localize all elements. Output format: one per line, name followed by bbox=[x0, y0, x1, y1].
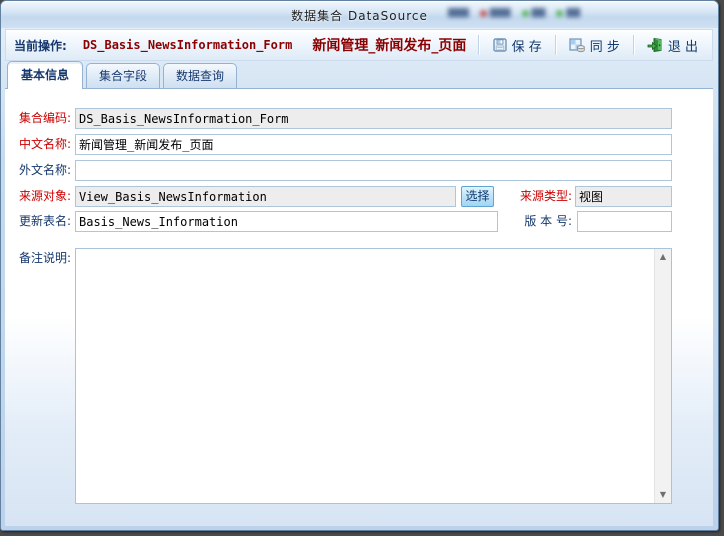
remark-scrollbar[interactable]: ▲ ▼ bbox=[654, 249, 671, 503]
chinese-name-input[interactable] bbox=[75, 134, 672, 155]
toolbar-separator bbox=[554, 35, 556, 55]
toolbar-separator bbox=[477, 35, 479, 55]
code-input[interactable] bbox=[75, 108, 672, 129]
tab-data-query[interactable]: 数据查询 bbox=[163, 63, 238, 88]
operation-name: 新闻管理_新闻发布_页面 bbox=[312, 38, 467, 54]
current-operation-label: 当前操作: bbox=[14, 38, 67, 53]
redacted-badge: ▇▇▇ bbox=[479, 8, 511, 18]
foreign-name-label: 外文名称: bbox=[18, 163, 71, 177]
red-status-dot-icon bbox=[479, 9, 487, 17]
save-icon bbox=[492, 37, 508, 53]
operation-code: DS_Basis_NewsInformation_Form bbox=[82, 38, 293, 52]
titlebar[interactable]: 数据集合 DataSource ▇▇▇ ▇▇▇ ▇▇ ▇▇ bbox=[1, 1, 718, 28]
source-object-input[interactable] bbox=[75, 186, 456, 207]
toolbar-separator bbox=[632, 35, 634, 55]
source-type-label: 来源类型: bbox=[519, 189, 572, 203]
tabstrip: 基本信息 集合字段 数据查询 bbox=[5, 61, 713, 89]
version-input[interactable] bbox=[577, 211, 672, 232]
tab-basic-info[interactable]: 基本信息 bbox=[7, 61, 84, 89]
chinese-name-label: 中文名称: bbox=[18, 137, 71, 151]
sync-button[interactable]: 同 步 bbox=[561, 32, 628, 59]
update-table-input[interactable] bbox=[75, 211, 498, 232]
update-table-label: 更新表名: bbox=[18, 214, 71, 228]
sync-icon bbox=[569, 37, 586, 53]
exit-button[interactable]: 退 出 bbox=[639, 32, 706, 59]
code-label: 集合编码: bbox=[18, 111, 71, 125]
source-type-input[interactable] bbox=[575, 186, 672, 207]
toolbar-buttons: 保 存 同 步 退 出 bbox=[473, 30, 712, 60]
datasource-window: 数据集合 DataSource ▇▇▇ ▇▇▇ ▇▇ ▇▇ 当前操作: DS_B… bbox=[0, 0, 719, 531]
basic-info-panel: 集合编码: 中文名称: 外文名称: 来源对象: 选择 来源类型: 更新表名: 版… bbox=[5, 88, 713, 526]
tab-collection-fields[interactable]: 集合字段 bbox=[86, 63, 161, 88]
exit-icon bbox=[647, 37, 664, 53]
redacted-badge: ▇▇ bbox=[521, 8, 545, 18]
select-source-button[interactable]: 选择 bbox=[461, 186, 494, 207]
source-object-label: 来源对象: bbox=[18, 189, 71, 203]
exit-button-label: 退 出 bbox=[667, 39, 698, 55]
save-button-label: 保 存 bbox=[511, 39, 542, 55]
window-title: 数据集合 DataSource bbox=[291, 9, 428, 23]
scroll-down-icon[interactable]: ▼ bbox=[655, 487, 671, 503]
green-status-dot-icon bbox=[521, 9, 529, 17]
sync-button-label: 同 步 bbox=[589, 39, 620, 55]
remark-label: 备注说明: bbox=[18, 251, 71, 265]
titlebar-redacted-badges: ▇▇▇ ▇▇▇ ▇▇ ▇▇ bbox=[448, 8, 580, 18]
foreign-name-input[interactable] bbox=[75, 160, 672, 181]
remark-textarea[interactable] bbox=[76, 249, 654, 503]
save-button[interactable]: 保 存 bbox=[484, 32, 550, 59]
green-status-dot-icon bbox=[556, 9, 564, 17]
toolbar: 当前操作: DS_Basis_NewsInformation_Form 新闻管理… bbox=[5, 29, 713, 61]
remark-textarea-frame: ▲ ▼ bbox=[75, 248, 672, 504]
scroll-up-icon[interactable]: ▲ bbox=[655, 249, 671, 265]
version-label: 版 本 号: bbox=[524, 214, 572, 228]
redacted-badge: ▇▇ bbox=[556, 8, 580, 18]
redacted-badge: ▇▇▇ bbox=[448, 8, 469, 18]
